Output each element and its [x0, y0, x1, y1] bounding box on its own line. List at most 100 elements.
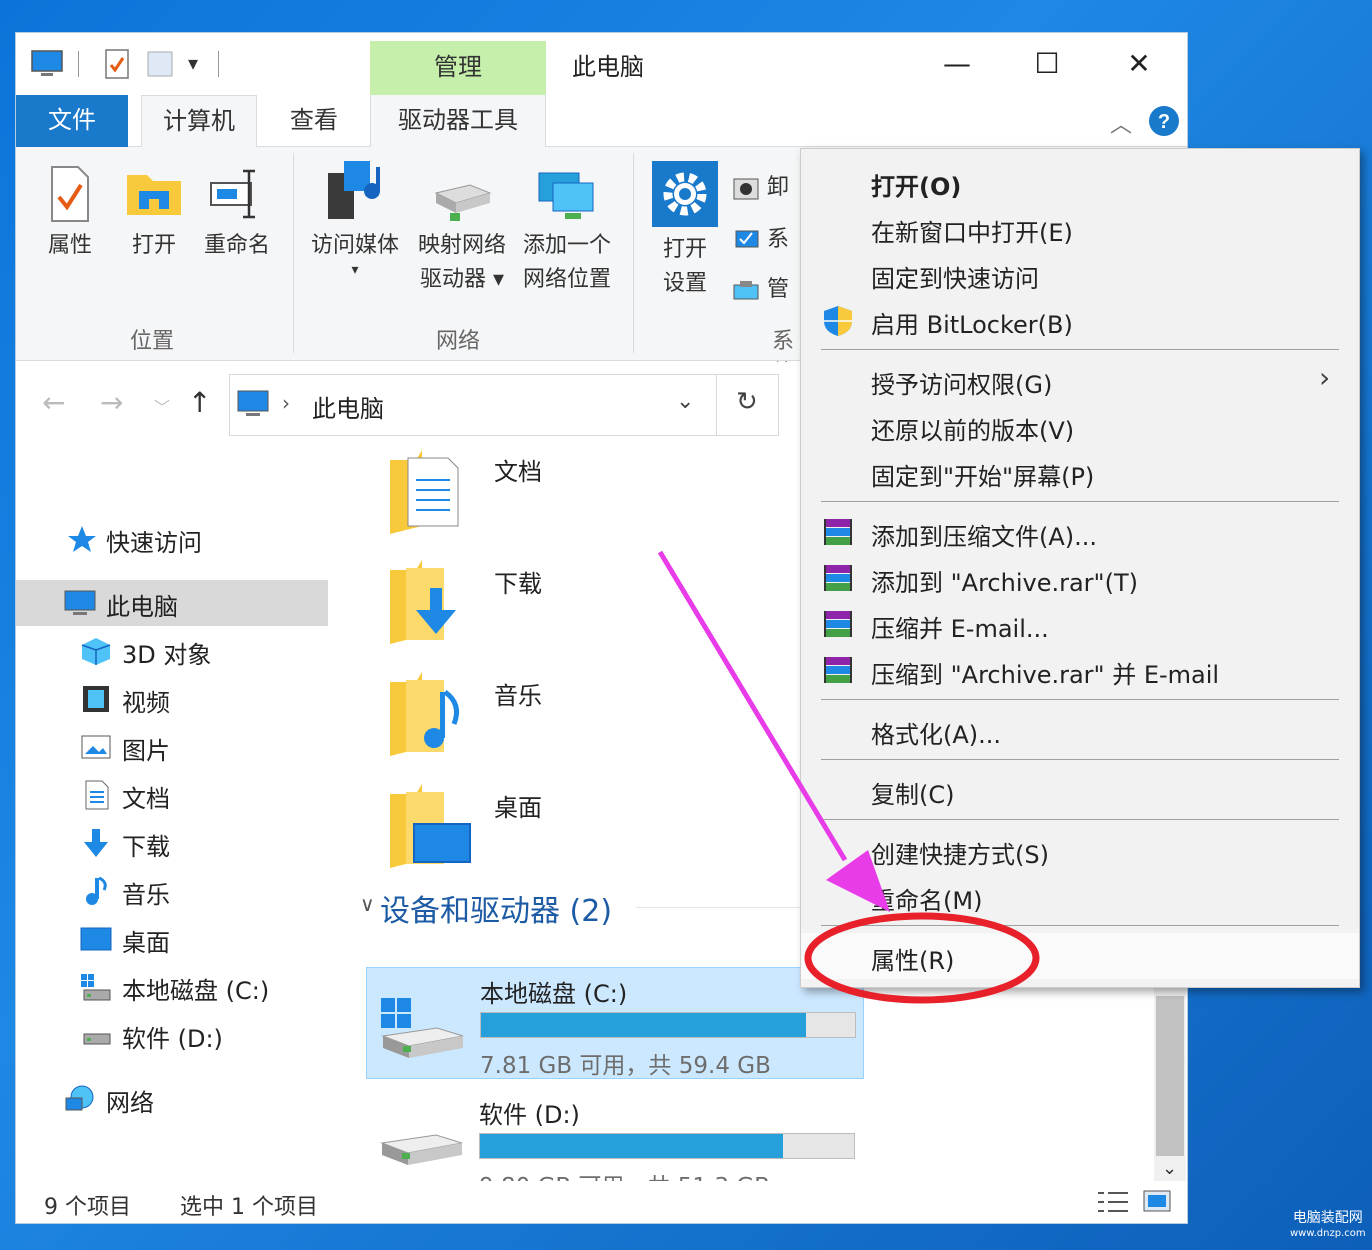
- details-view-icon[interactable]: [1096, 1189, 1130, 1215]
- minimize-button[interactable]: —: [912, 41, 1002, 91]
- star-icon: [68, 526, 96, 552]
- refresh-icon[interactable]: ↻: [736, 387, 758, 417]
- drive-icon: [83, 1033, 111, 1045]
- menu-item-format[interactable]: 格式化(A)...: [801, 707, 1359, 753]
- drive-d-name: 软件 (D:): [479, 1101, 580, 1129]
- back-arrow-icon[interactable]: ←: [42, 386, 65, 419]
- forward-arrow-icon[interactable]: →: [100, 386, 123, 419]
- picture-icon: [81, 735, 111, 759]
- open-settings-label-1: 打开: [662, 237, 707, 262]
- properties-check-icon[interactable]: [100, 47, 134, 81]
- collapse-ribbon-icon[interactable]: ︿: [1110, 107, 1132, 139]
- up-arrow-icon[interactable]: ↑: [188, 386, 211, 419]
- folder-desktop[interactable]: 桌面: [346, 780, 846, 880]
- map-drive-label-2: 驱动器 ▾: [419, 267, 505, 292]
- manage-button[interactable]: 管理: [732, 271, 802, 305]
- nav-item-pictures[interactable]: 图片: [16, 724, 328, 770]
- collapse-chevron-icon[interactable]: ∨: [360, 892, 375, 916]
- breadcrumb-chevron-icon[interactable]: ›: [282, 391, 290, 415]
- nav-item-quick-access[interactable]: 快速访问: [16, 516, 328, 562]
- dropdown-arrow-icon: ▾: [351, 262, 359, 278]
- access-media-button[interactable]: 访问媒体 ▾: [306, 157, 404, 277]
- uninstall-icon: [733, 178, 759, 200]
- help-icon[interactable]: ?: [1148, 105, 1180, 137]
- tab-drive-tools[interactable]: 驱动器工具: [370, 95, 546, 147]
- properties-button[interactable]: 属性: [38, 165, 102, 263]
- network-icon: [65, 1085, 94, 1111]
- nav-item-soft-d[interactable]: 软件 (D:): [16, 1012, 328, 1058]
- rename-button[interactable]: 重命名: [200, 165, 274, 263]
- open-button[interactable]: 打开: [122, 165, 186, 263]
- nav-item-local-disk-c[interactable]: 本地磁盘 (C:): [16, 964, 328, 1010]
- menu-item-compress-email[interactable]: 压缩并 E-mail...: [801, 601, 1359, 647]
- open-folder-icon: [127, 175, 181, 215]
- qa-dropdown-icon[interactable]: ▾: [188, 51, 198, 75]
- menu-item-bitlocker[interactable]: 启用 BitLocker(B): [801, 297, 1359, 343]
- nav-item-this-pc[interactable]: 此电脑: [16, 580, 328, 626]
- rename-label: 重命名: [203, 233, 270, 258]
- svg-text:?: ?: [1158, 111, 1170, 133]
- menu-item-add-rar[interactable]: 添加到 "Archive.rar"(T): [801, 555, 1359, 601]
- folder-documents[interactable]: 文档: [346, 446, 846, 546]
- nav-item-network[interactable]: 网络: [16, 1076, 328, 1122]
- separator: [293, 153, 294, 353]
- devices-section-header[interactable]: 设备和驱动器 (2): [380, 886, 612, 930]
- nav-item-documents[interactable]: 文档: [16, 772, 328, 818]
- cube-icon: [81, 638, 111, 665]
- open-settings-label-2: 设置: [662, 271, 707, 296]
- nav-item-desktop[interactable]: 桌面: [16, 916, 328, 962]
- separator: [78, 51, 79, 77]
- menu-item-create-shortcut[interactable]: 创建快捷方式(S): [801, 827, 1359, 873]
- settings-gear-icon: [652, 161, 718, 227]
- menu-item-grant-access[interactable]: 授予访问权限(G) ›: [801, 357, 1359, 403]
- maximize-button[interactable]: ☐: [1002, 41, 1092, 91]
- large-icons-view-icon[interactable]: [1142, 1187, 1172, 1215]
- new-folder-icon[interactable]: [144, 47, 178, 81]
- add-location-label-1: 添加一个: [522, 233, 611, 258]
- menu-separator: [821, 925, 1339, 926]
- tab-file[interactable]: 文件: [16, 95, 128, 147]
- menu-item-properties[interactable]: 属性(R): [801, 933, 1359, 979]
- menu-item-rename[interactable]: 重命名(M): [801, 873, 1359, 919]
- title-bar: ▾ 管理 此电脑 — ☐ ✕: [16, 33, 1187, 97]
- nav-item-videos[interactable]: 视频: [16, 676, 328, 722]
- system-drive-icon: [81, 974, 111, 1001]
- menu-item-pin-start[interactable]: 固定到"开始"屏幕(P): [801, 449, 1359, 495]
- winrar-icon: [824, 611, 852, 637]
- menu-item-open-new-window[interactable]: 在新窗口中打开(E): [801, 205, 1359, 251]
- nav-item-downloads[interactable]: 下载: [16, 820, 328, 866]
- add-network-location-button[interactable]: 添加一个 网络位置: [518, 167, 616, 297]
- folder-downloads[interactable]: 下载: [346, 556, 846, 656]
- drive-d-usage-fill: [480, 1134, 783, 1158]
- uninstall-button[interactable]: 卸载: [732, 169, 802, 203]
- recent-dropdown-icon[interactable]: ﹀: [154, 394, 170, 418]
- menu-item-add-archive[interactable]: 添加到压缩文件(A)...: [801, 509, 1359, 555]
- computer-icon: [237, 390, 269, 416]
- menu-item-pin-quick-access[interactable]: 固定到快速访问: [801, 251, 1359, 297]
- scrollbar-thumb[interactable]: [1156, 996, 1184, 1156]
- close-button[interactable]: ✕: [1094, 41, 1184, 91]
- tab-view[interactable]: 查看: [271, 95, 357, 147]
- menu-item-compress-rar-email[interactable]: 压缩到 "Archive.rar" 并 E-mail: [801, 647, 1359, 693]
- computer-icon[interactable]: [30, 47, 64, 81]
- map-drive-button[interactable]: 映射网络 驱动器 ▾: [414, 175, 510, 297]
- tab-manage[interactable]: 管理: [370, 41, 546, 97]
- menu-item-restore-versions[interactable]: 还原以前的版本(V): [801, 403, 1359, 449]
- menu-item-open[interactable]: 打开(O): [801, 159, 1359, 205]
- nav-item-music[interactable]: 音乐: [16, 868, 328, 914]
- nav-item-3d-objects[interactable]: 3D 对象: [16, 628, 328, 674]
- open-settings-button[interactable]: 打开 设置: [650, 161, 720, 301]
- drive-tile-c[interactable]: 本地磁盘 (C:) 7.81 GB 可用，共 59.4 GB: [366, 967, 864, 1079]
- navigation-pane: 快速访问 此电脑 3D 对象 视频 图片 文档 下载 音乐 桌面 本地磁盘 (C…: [16, 446, 336, 1166]
- tab-computer[interactable]: 计算机: [141, 95, 257, 148]
- system-drive-icon: [381, 998, 464, 1058]
- downloads-folder-icon: [390, 560, 456, 644]
- group-location: 位置: [130, 329, 175, 354]
- system-properties-button[interactable]: 系统: [732, 221, 802, 255]
- address-bar[interactable]: › 此电脑 ⌄ ↻: [229, 374, 779, 436]
- menu-item-copy[interactable]: 复制(C): [801, 767, 1359, 813]
- scroll-down-icon[interactable]: ⌄: [1162, 1158, 1177, 1179]
- address-dropdown-icon[interactable]: ⌄: [676, 389, 694, 414]
- folder-music[interactable]: 音乐: [346, 668, 846, 768]
- separator: [218, 51, 219, 77]
